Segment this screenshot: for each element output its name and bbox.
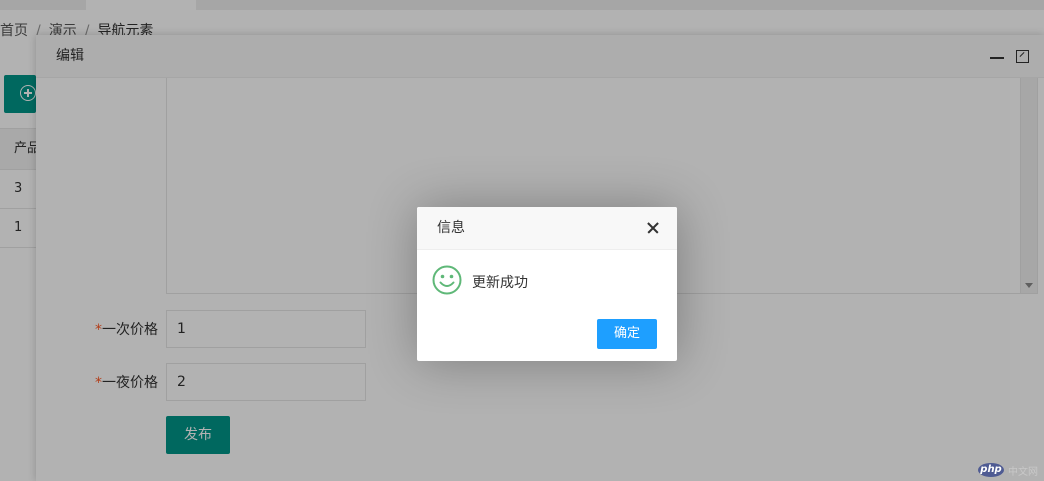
confirm-button[interactable]: 确定 bbox=[597, 319, 657, 349]
info-dialog: 信息 更新成功 确定 bbox=[417, 207, 677, 361]
php-logo: php bbox=[978, 463, 1004, 477]
dialog-message: 更新成功 bbox=[472, 275, 528, 291]
dialog-header: 信息 bbox=[417, 207, 677, 250]
smile-icon bbox=[432, 265, 462, 295]
dialog-title: 信息 bbox=[437, 220, 465, 236]
watermark-text: 中文网 bbox=[1008, 466, 1038, 478]
close-icon[interactable] bbox=[647, 222, 659, 234]
watermark: php 中文网 bbox=[978, 462, 1038, 478]
